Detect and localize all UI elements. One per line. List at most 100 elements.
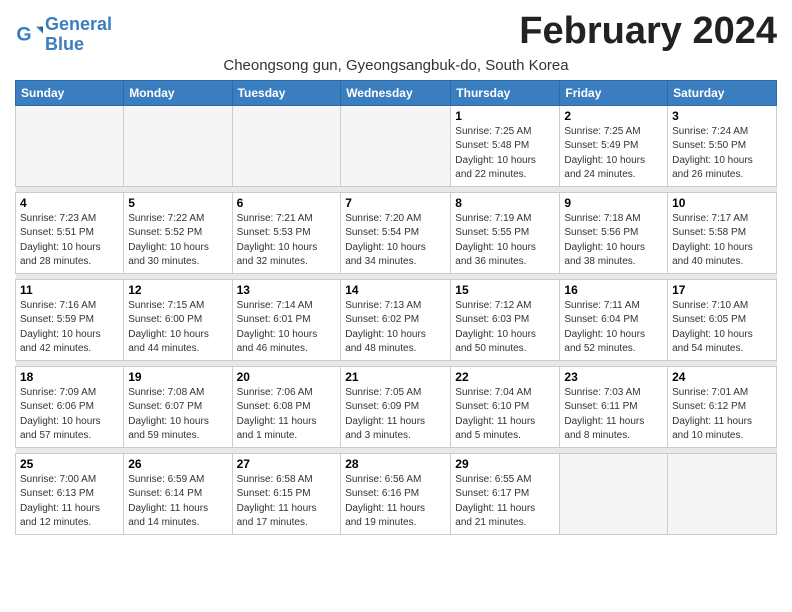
- day-number: 3: [672, 109, 772, 123]
- calendar-day-cell: 15 Sunrise: 7:12 AM Sunset: 6:03 PM Dayli…: [451, 279, 560, 360]
- weekday-header-cell: Thursday: [451, 80, 560, 105]
- day-number: 13: [237, 283, 337, 297]
- day-info: Sunrise: 7:25 AM Sunset: 5:49 PM Dayligh…: [564, 125, 663, 183]
- day-number: 11: [20, 283, 119, 297]
- day-number: 1: [455, 109, 555, 123]
- calendar-day-cell: 22 Sunrise: 7:04 AM Sunset: 6:10 PM Dayli…: [451, 366, 560, 447]
- calendar-day-cell: 1 Sunrise: 7:25 AM Sunset: 5:48 PM Daylig…: [451, 105, 560, 186]
- calendar-day-cell: 21Sunrise: 7:05 AM Sunset: 6:09 PM Dayli…: [341, 366, 451, 447]
- day-info: Sunrise: 6:55 AM Sunset: 6:17 PM Dayligh…: [455, 473, 555, 531]
- day-number: 25: [20, 457, 119, 471]
- svg-text:G: G: [16, 23, 31, 45]
- day-number: 15: [455, 283, 555, 297]
- calendar-day-cell: 26 Sunrise: 6:59 AM Sunset: 6:14 PM Dayli…: [124, 453, 232, 534]
- day-number: 17: [672, 283, 772, 297]
- calendar-day-cell: 12 Sunrise: 7:15 AM Sunset: 6:00 PM Dayli…: [124, 279, 232, 360]
- logo: G General Blue: [15, 15, 112, 55]
- day-info: Sunrise: 7:01 AM Sunset: 6:12 PM Dayligh…: [672, 386, 772, 444]
- calendar-day-cell: 8 Sunrise: 7:19 AM Sunset: 5:55 PM Daylig…: [451, 192, 560, 273]
- logo-icon: G: [15, 21, 43, 49]
- day-number: 22: [455, 370, 555, 384]
- calendar-day-cell: 9Sunrise: 7:18 AM Sunset: 5:56 PM Daylig…: [560, 192, 668, 273]
- day-number: 10: [672, 196, 772, 210]
- day-number: 14: [345, 283, 446, 297]
- day-info: Sunrise: 7:12 AM Sunset: 6:03 PM Dayligh…: [455, 299, 555, 357]
- day-info: Sunrise: 7:14 AM Sunset: 6:01 PM Dayligh…: [237, 299, 337, 357]
- day-number: 26: [128, 457, 227, 471]
- day-number: 12: [128, 283, 227, 297]
- day-info: Sunrise: 6:56 AM Sunset: 6:16 PM Dayligh…: [345, 473, 446, 531]
- day-info: Sunrise: 7:08 AM Sunset: 6:07 PM Dayligh…: [128, 386, 227, 444]
- weekday-header-cell: Wednesday: [341, 80, 451, 105]
- month-year-title: February 2024: [519, 10, 777, 53]
- calendar-day-cell: 28Sunrise: 6:56 AM Sunset: 6:16 PM Dayli…: [341, 453, 451, 534]
- calendar-day-cell: 25 Sunrise: 7:00 AM Sunset: 6:13 PM Dayli…: [16, 453, 124, 534]
- weekday-header-cell: Friday: [560, 80, 668, 105]
- day-info: Sunrise: 7:21 AM Sunset: 5:53 PM Dayligh…: [237, 212, 337, 270]
- calendar-day-cell: 3 Sunrise: 7:24 AM Sunset: 5:50 PM Daylig…: [668, 105, 777, 186]
- calendar-day-cell: 24 Sunrise: 7:01 AM Sunset: 6:12 PM Dayli…: [668, 366, 777, 447]
- day-info: Sunrise: 7:19 AM Sunset: 5:55 PM Dayligh…: [455, 212, 555, 270]
- weekday-header-cell: Saturday: [668, 80, 777, 105]
- day-number: 24: [672, 370, 772, 384]
- day-info: Sunrise: 7:03 AM Sunset: 6:11 PM Dayligh…: [564, 386, 663, 444]
- day-number: 18: [20, 370, 119, 384]
- day-info: Sunrise: 7:17 AM Sunset: 5:58 PM Dayligh…: [672, 212, 772, 270]
- weekday-header-cell: Sunday: [16, 80, 124, 105]
- calendar-day-cell: [668, 453, 777, 534]
- day-number: 9: [564, 196, 663, 210]
- calendar-day-cell: 19Sunrise: 7:08 AM Sunset: 6:07 PM Dayli…: [124, 366, 232, 447]
- day-number: 5: [128, 196, 227, 210]
- calendar-day-cell: 7Sunrise: 7:20 AM Sunset: 5:54 PM Daylig…: [341, 192, 451, 273]
- day-info: Sunrise: 6:59 AM Sunset: 6:14 PM Dayligh…: [128, 473, 227, 531]
- calendar-week-row: 1 Sunrise: 7:25 AM Sunset: 5:48 PM Daylig…: [16, 105, 777, 186]
- calendar-day-cell: 6 Sunrise: 7:21 AM Sunset: 5:53 PM Daylig…: [232, 192, 341, 273]
- day-number: 21: [345, 370, 446, 384]
- day-number: 16: [564, 283, 663, 297]
- day-info: Sunrise: 7:20 AM Sunset: 5:54 PM Dayligh…: [345, 212, 446, 270]
- calendar-day-cell: [560, 453, 668, 534]
- calendar-day-cell: 2 Sunrise: 7:25 AM Sunset: 5:49 PM Daylig…: [560, 105, 668, 186]
- calendar-day-cell: 16 Sunrise: 7:11 AM Sunset: 6:04 PM Dayli…: [560, 279, 668, 360]
- calendar-day-cell: 5 Sunrise: 7:22 AM Sunset: 5:52 PM Daylig…: [124, 192, 232, 273]
- day-number: 23: [564, 370, 663, 384]
- logo-text: General Blue: [45, 15, 112, 55]
- logo-general: General: [45, 14, 112, 34]
- day-info: Sunrise: 7:10 AM Sunset: 6:05 PM Dayligh…: [672, 299, 772, 357]
- weekday-header-cell: Monday: [124, 80, 232, 105]
- day-number: 8: [455, 196, 555, 210]
- weekday-header-cell: Tuesday: [232, 80, 341, 105]
- calendar-week-row: 4 Sunrise: 7:23 AM Sunset: 5:51 PM Daylig…: [16, 192, 777, 273]
- day-number: 4: [20, 196, 119, 210]
- calendar-day-cell: 18 Sunrise: 7:09 AM Sunset: 6:06 PM Dayli…: [16, 366, 124, 447]
- day-info: Sunrise: 7:25 AM Sunset: 5:48 PM Dayligh…: [455, 125, 555, 183]
- day-info: Sunrise: 7:23 AM Sunset: 5:51 PM Dayligh…: [20, 212, 119, 270]
- day-number: 2: [564, 109, 663, 123]
- calendar-day-cell: 11Sunrise: 7:16 AM Sunset: 5:59 PM Dayli…: [16, 279, 124, 360]
- calendar-day-cell: [16, 105, 124, 186]
- day-number: 20: [237, 370, 337, 384]
- day-info: Sunrise: 7:04 AM Sunset: 6:10 PM Dayligh…: [455, 386, 555, 444]
- calendar-day-cell: 4 Sunrise: 7:23 AM Sunset: 5:51 PM Daylig…: [16, 192, 124, 273]
- calendar-day-cell: [341, 105, 451, 186]
- calendar-day-cell: 20Sunrise: 7:06 AM Sunset: 6:08 PM Dayli…: [232, 366, 341, 447]
- day-info: Sunrise: 7:15 AM Sunset: 6:00 PM Dayligh…: [128, 299, 227, 357]
- calendar-day-cell: 14Sunrise: 7:13 AM Sunset: 6:02 PM Dayli…: [341, 279, 451, 360]
- day-info: Sunrise: 7:11 AM Sunset: 6:04 PM Dayligh…: [564, 299, 663, 357]
- header: G General Blue February 2024: [15, 10, 777, 55]
- weekday-header-row: SundayMondayTuesdayWednesdayThursdayFrid…: [16, 80, 777, 105]
- day-number: 6: [237, 196, 337, 210]
- calendar-day-cell: [232, 105, 341, 186]
- day-info: Sunrise: 7:09 AM Sunset: 6:06 PM Dayligh…: [20, 386, 119, 444]
- day-info: Sunrise: 6:58 AM Sunset: 6:15 PM Dayligh…: [237, 473, 337, 531]
- calendar-day-cell: 17 Sunrise: 7:10 AM Sunset: 6:05 PM Dayli…: [668, 279, 777, 360]
- day-info: Sunrise: 7:00 AM Sunset: 6:13 PM Dayligh…: [20, 473, 119, 531]
- calendar-day-cell: 10 Sunrise: 7:17 AM Sunset: 5:58 PM Dayli…: [668, 192, 777, 273]
- calendar-week-row: 18 Sunrise: 7:09 AM Sunset: 6:06 PM Dayli…: [16, 366, 777, 447]
- location-subtitle: Cheongsong gun, Gyeongsangbuk-do, South …: [15, 57, 777, 74]
- calendar-day-cell: 13 Sunrise: 7:14 AM Sunset: 6:01 PM Dayli…: [232, 279, 341, 360]
- calendar-body: 1 Sunrise: 7:25 AM Sunset: 5:48 PM Daylig…: [16, 105, 777, 534]
- day-info: Sunrise: 7:24 AM Sunset: 5:50 PM Dayligh…: [672, 125, 772, 183]
- calendar-day-cell: [124, 105, 232, 186]
- day-info: Sunrise: 7:22 AM Sunset: 5:52 PM Dayligh…: [128, 212, 227, 270]
